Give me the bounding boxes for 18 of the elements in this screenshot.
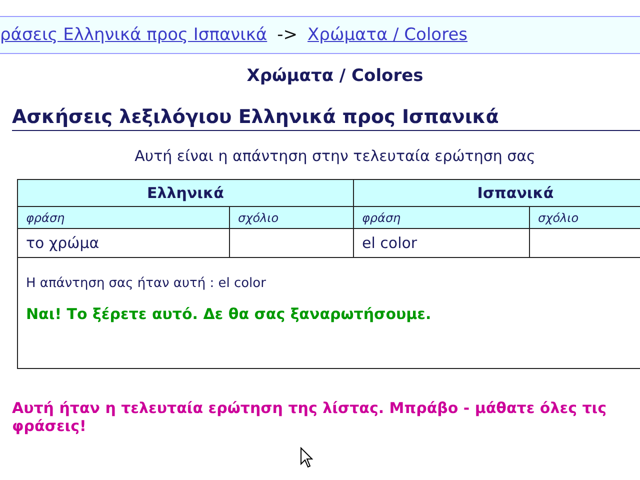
table-cell: el color (354, 228, 530, 258)
column-group-header: Ισπανικά (354, 180, 640, 206)
column-header: σχόλιο (230, 206, 354, 228)
column-header: σχόλιο (530, 206, 640, 228)
column-header: φράση (354, 206, 530, 228)
table-cell: το χρώμα (18, 228, 230, 258)
column-group-header: Ελληνικά (18, 180, 354, 206)
breadcrumb-separator: -> (277, 25, 298, 45)
section-heading: Ασκήσεις λεξιλόγιου Ελληνικά προς Ισπανικά (12, 106, 640, 131)
completion-message: Αυτή ήταν η τελευταία ερώτηση της λίστας. Μπράβο - μάθατε όλες τις φράσεις! (12, 399, 608, 435)
answer-text: Η απάντηση σας ήταν αυτή : el color (26, 276, 267, 291)
breadcrumb-link[interactable]: Χρώματα / Colores (308, 25, 468, 45)
verdict-text: Ναι! Το ξέρετε αυτό. Δε θα σας ξαναρωτήσουμε. (26, 305, 432, 323)
page-title: Χρώματα / Colores (246, 66, 424, 86)
column-header: φράση (18, 206, 230, 228)
subtitle: Αυτή είναι η απάντηση στην τελευταία ερώτηση σας (134, 147, 536, 165)
mouse-cursor-icon (300, 447, 313, 468)
breadcrumb-link[interactable]: ράσεις Ελληνικά προς Ισπανικά (0, 25, 268, 45)
